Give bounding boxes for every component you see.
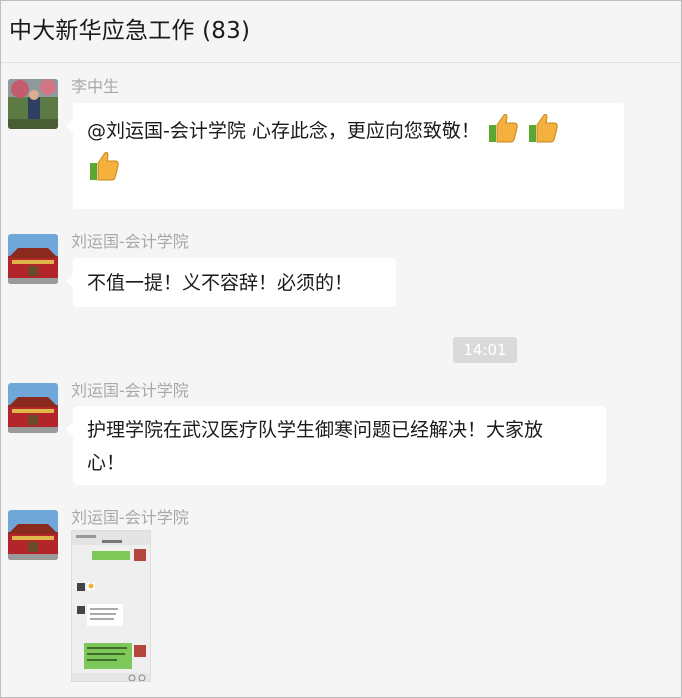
message-text: 护理学院在武汉医疗队学生御寒问题已经解决！大家放 — [87, 419, 544, 441]
sender-name: 刘运国-会计学院 — [71, 508, 189, 527]
message-bubble[interactable]: 护理学院在武汉医疗队学生御寒问题已经解决！大家放 心！ — [66, 406, 606, 485]
chat-screenshot-thumbnail[interactable] — [71, 530, 151, 682]
message-bubble[interactable]: @刘运国-会计学院 心存此念，更应向您致敬！ — [66, 103, 624, 209]
sender-name: 刘运国-会计学院 — [71, 232, 189, 251]
message-bubble[interactable]: 不值一提！义不容辞！必须的！ — [66, 258, 396, 307]
sender-name: 李中生 — [71, 77, 120, 96]
avatar[interactable] — [8, 383, 58, 433]
message-text: @刘运国-会计学院 心存此念，更应向您致敬！ — [87, 120, 480, 142]
thumbs-up-icon — [87, 149, 121, 183]
chat-header: 中大新华应急工作 (83) — [1, 1, 681, 63]
avatar[interactable] — [8, 79, 58, 129]
avatar[interactable] — [8, 510, 58, 560]
chat-title: 中大新华应急工作 (83) — [9, 18, 251, 44]
message-text: 不值一提！义不容辞！必须的！ — [87, 272, 354, 294]
thumbs-up-icon — [486, 111, 520, 145]
avatar[interactable] — [8, 234, 58, 284]
chat-window: 中大新华应急工作 (83) 李中生 @刘运国-会计学院 心存此念，更应向您致敬！ — [0, 0, 682, 698]
sender-name: 刘运国-会计学院 — [71, 381, 189, 400]
message-text: 心！ — [87, 452, 126, 474]
timestamp-badge: 14:01 — [453, 337, 517, 363]
thumbs-up-icon — [526, 111, 560, 145]
